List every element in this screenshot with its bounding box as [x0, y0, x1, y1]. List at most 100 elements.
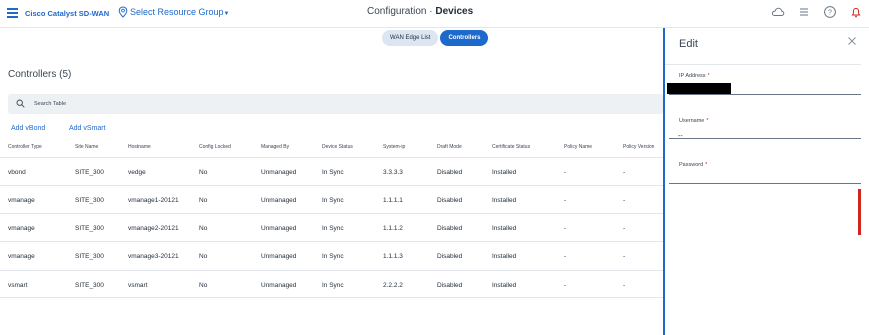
app-title[interactable]: Cisco Catalyst SD-WAN — [25, 9, 109, 18]
page-title-main: Devices — [435, 6, 474, 17]
cell-device-status: In Sync — [322, 169, 344, 176]
cell-controller-type: vbond — [8, 169, 26, 176]
cell-config-locked: No — [199, 225, 208, 232]
table-row[interactable]: vbond SITE_300 vedge No Unmanaged In Syn… — [0, 157, 664, 185]
table-row[interactable]: vmanage SITE_300 vmanage2-20121 No Unman… — [0, 213, 664, 241]
cell-certificate-status: Installed — [492, 197, 517, 204]
required-mark: * — [705, 162, 708, 168]
table-row[interactable]: vmanage SITE_300 vmanage3-20121 No Unman… — [0, 241, 664, 269]
cell-device-status: In Sync — [322, 253, 344, 260]
cell-hostname: vsmart — [128, 282, 148, 289]
cell-controller-type: vmanage — [8, 253, 35, 260]
cell-config-locked: No — [199, 253, 208, 260]
cell-policy-version: - — [623, 253, 626, 260]
cell-certificate-status: Installed — [492, 169, 517, 176]
cell-draft-mode: Disabled — [437, 197, 463, 204]
cell-managed-by: Unmanaged — [261, 169, 297, 176]
table-row[interactable]: vmanage SITE_300 vmanage1-20121 No Unman… — [0, 185, 664, 213]
edit-panel-title: Edit — [679, 38, 698, 50]
required-mark: * — [706, 118, 709, 124]
cell-site-name: SITE_300 — [75, 282, 104, 289]
cell-draft-mode: Disabled — [437, 253, 463, 260]
password-label: Password * — [679, 162, 707, 168]
ip-address-label-text: IP Address — [679, 73, 706, 79]
add-vsmart-link[interactable]: Add vSmart — [69, 125, 106, 132]
cell-policy-version: - — [623, 197, 626, 204]
cell-draft-mode: Disabled — [437, 169, 463, 176]
cell-certificate-status: Installed — [492, 282, 517, 289]
cell-policy-name: - — [564, 253, 567, 260]
chevron-down-icon: ▼ — [223, 11, 230, 17]
cell-config-locked: No — [199, 282, 208, 289]
cell-controller-type: vmanage — [8, 225, 35, 232]
edit-panel: Edit IP Address* Username* Password* — [663, 28, 869, 335]
cell-managed-by: Unmanaged — [261, 253, 297, 260]
col-managed-by[interactable]: Managed By — [261, 144, 289, 150]
username-input[interactable] — [669, 130, 861, 143]
add-vbond-link[interactable]: Add vBond — [11, 125, 45, 132]
resource-group-select[interactable]: Select Resource Group▼ — [130, 7, 230, 17]
cell-hostname: vmanage3-20121 — [128, 253, 179, 260]
col-device-status[interactable]: Device Status — [322, 144, 353, 150]
cell-draft-mode: Disabled — [437, 282, 463, 289]
cell-site-name: SITE_300 — [75, 225, 104, 232]
cell-system-ip: 1.1.1.2 — [383, 225, 403, 232]
password-label-text: Password — [679, 162, 704, 168]
list-icon[interactable] — [797, 5, 811, 19]
close-icon[interactable] — [847, 36, 857, 46]
cell-managed-by: Unmanaged — [261, 282, 297, 289]
top-bar: Cisco Catalyst SD-WAN Select Resource Gr… — [0, 0, 869, 28]
col-certificate-status[interactable]: Certificate Status — [492, 144, 530, 150]
required-mark: * — [707, 73, 710, 79]
cell-managed-by: Unmanaged — [261, 197, 297, 204]
tab-controllers[interactable]: Controllers — [440, 30, 489, 46]
resource-group-label: Select Resource Group — [130, 7, 224, 17]
col-system-ip[interactable]: System-ip — [383, 144, 405, 150]
cell-system-ip: 3.3.3.3 — [383, 169, 403, 176]
ip-address-label: IP Address * — [679, 73, 710, 79]
cell-certificate-status: Installed — [492, 253, 517, 260]
cell-system-ip: 1.1.1.3 — [383, 253, 403, 260]
cell-site-name: SITE_300 — [75, 197, 104, 204]
cell-hostname: vedge — [128, 169, 146, 176]
panel-divider — [665, 64, 861, 65]
col-draft-mode[interactable]: Draft Mode — [437, 144, 462, 150]
bell-icon[interactable] — [849, 5, 863, 19]
hamburger-icon[interactable] — [7, 8, 18, 18]
cell-policy-version: - — [623, 225, 626, 232]
cell-config-locked: No — [199, 169, 208, 176]
cell-certificate-status: Installed — [492, 225, 517, 232]
cell-device-status: In Sync — [322, 282, 344, 289]
cell-policy-name: - — [564, 197, 567, 204]
table-row[interactable]: vsmart SITE_300 vsmart No Unmanaged In S… — [0, 270, 664, 298]
col-site-name[interactable]: Site Name — [75, 144, 98, 150]
col-policy-version[interactable]: Policy Version — [623, 144, 654, 150]
col-config-locked[interactable]: Config Locked — [199, 144, 231, 150]
cell-draft-mode: Disabled — [437, 225, 463, 232]
search-input[interactable] — [34, 97, 534, 111]
col-policy-name[interactable]: Policy Name — [564, 144, 592, 150]
svg-text:?: ? — [828, 10, 832, 17]
cell-policy-version: - — [623, 282, 626, 289]
cell-policy-name: - — [564, 225, 567, 232]
page-title-prefix: Configuration · — [367, 6, 436, 17]
cell-hostname: vmanage1-20121 — [128, 197, 179, 204]
username-field — [669, 125, 861, 143]
tab-wan-edge-list[interactable]: WAN Edge List — [382, 30, 439, 46]
page-title: Configuration · Devices — [367, 6, 473, 17]
cell-policy-name: - — [564, 282, 567, 289]
col-controller-type[interactable]: Controller Type — [8, 144, 42, 150]
col-hostname[interactable]: Hostname — [128, 144, 151, 150]
cell-device-status: In Sync — [322, 197, 344, 204]
help-icon[interactable]: ? — [823, 5, 837, 19]
cell-site-name: SITE_300 — [75, 253, 104, 260]
controllers-heading: Controllers (5) — [8, 69, 72, 80]
search-bar — [8, 94, 664, 114]
cell-hostname: vmanage2-20121 — [128, 225, 179, 232]
cloud-icon[interactable] — [771, 5, 785, 19]
password-input[interactable] — [669, 175, 861, 188]
cell-policy-name: - — [564, 169, 567, 176]
device-tabs: WAN Edge List Controllers — [382, 30, 489, 46]
cell-system-ip: 1.1.1.1 — [383, 197, 403, 204]
username-label: Username * — [679, 118, 709, 124]
